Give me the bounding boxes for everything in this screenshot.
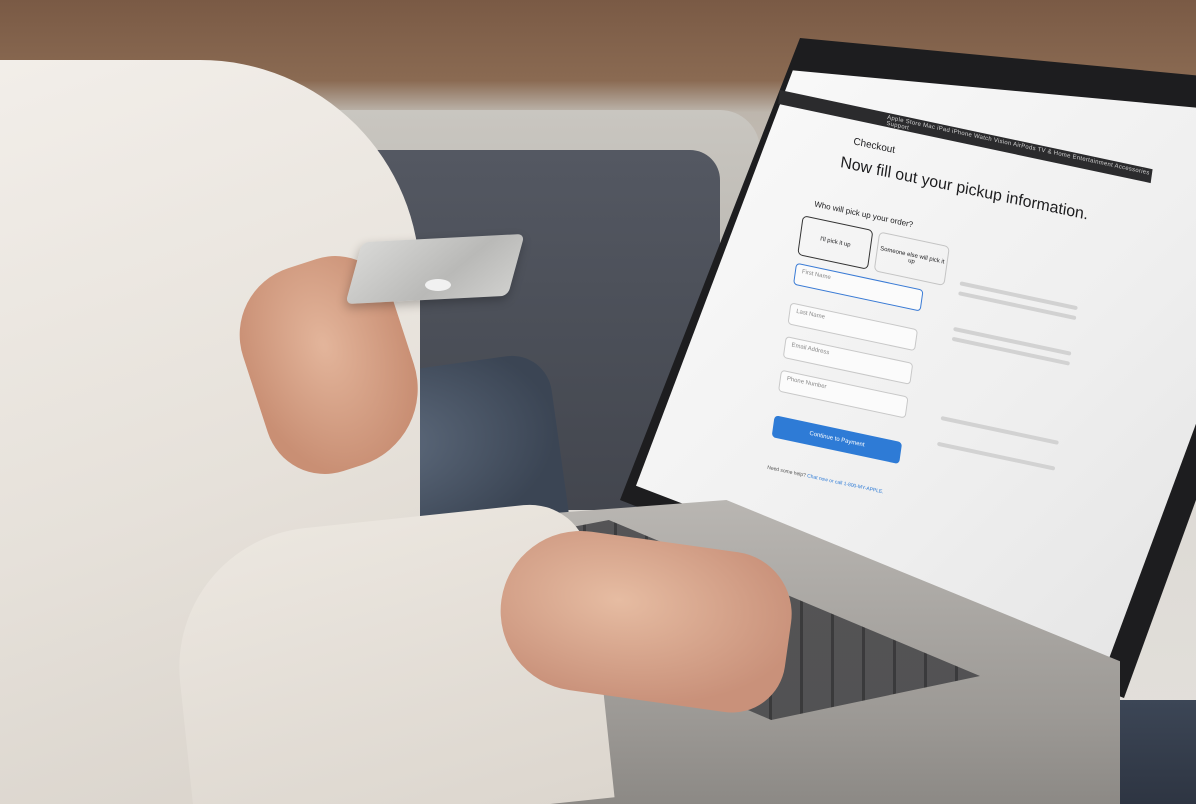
page-label: Checkout	[852, 136, 896, 157]
photo-scene: Apple Store Mac iPad iPhone Watch Vision…	[0, 0, 1196, 804]
credit-card	[345, 233, 525, 305]
help-line: Need some help? Chat now or call 1-800-M…	[767, 465, 884, 496]
option-someone-else[interactable]: Someone else will pick it up	[873, 231, 950, 287]
option-self-pickup[interactable]: I'll pick it up	[797, 215, 874, 270]
help-text: Need some help?	[766, 464, 807, 479]
card-logo-icon	[425, 279, 451, 291]
side-note-line	[940, 415, 1059, 445]
help-link[interactable]: Chat now or call 1-800-MY-APPLE.	[807, 473, 884, 495]
continue-to-payment-button[interactable]: Continue to Payment	[771, 415, 903, 465]
side-note-line	[937, 441, 1056, 471]
